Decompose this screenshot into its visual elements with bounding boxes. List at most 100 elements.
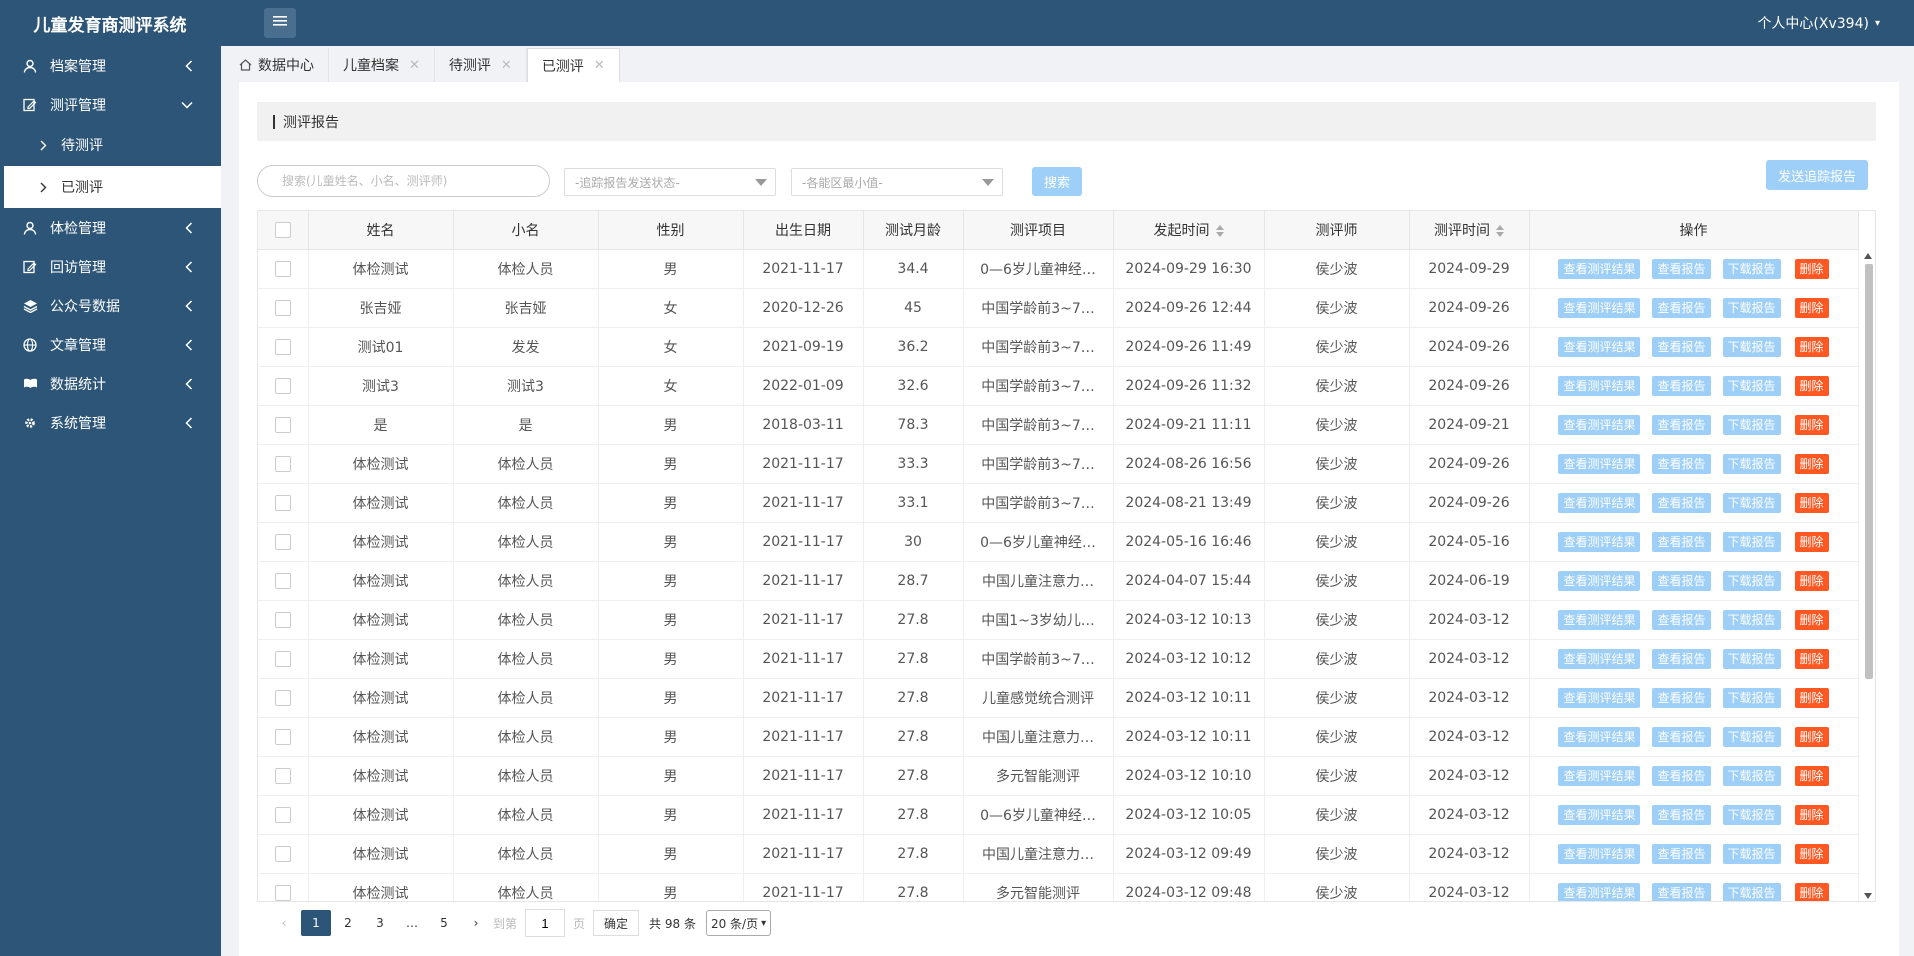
delete-button[interactable]: 删除 (1794, 258, 1829, 279)
search-button[interactable]: 搜索 (1032, 167, 1082, 196)
table-row[interactable]: 体检测试 体检人员男 2021-11-17 28.7 中国儿童注意力… 2024-04-0… (258, 561, 1859, 601)
next-page-button[interactable]: › (461, 910, 491, 936)
table-row[interactable]: 体检测试 体检人员男 2021-11-17 33.3 中国学龄前3~7… 2024-08-… (258, 444, 1859, 484)
table-row[interactable]: 体检测试 体检人员男 2021-11-17 27.8 0—6岁儿童神经… 2024-03-… (258, 795, 1859, 835)
column-header-sortable[interactable]: 测评时间 (1409, 211, 1530, 250)
select-all-checkbox[interactable] (274, 221, 291, 238)
view-result-button[interactable]: 查看测评结果 (1558, 414, 1641, 435)
download-report-button[interactable]: 下载报告 (1722, 570, 1781, 591)
download-report-button[interactable]: 下载报告 (1722, 804, 1781, 825)
report-status-select[interactable]: -追踪报告发送状态- (564, 168, 776, 196)
view-report-button[interactable]: 查看报告 (1652, 882, 1711, 901)
row-checkbox[interactable] (274, 299, 291, 316)
view-result-button[interactable]: 查看测评结果 (1558, 453, 1641, 474)
view-result-button[interactable]: 查看测评结果 (1558, 531, 1641, 552)
download-report-button[interactable]: 下载报告 (1722, 375, 1781, 396)
view-report-button[interactable]: 查看报告 (1652, 336, 1711, 357)
delete-button[interactable]: 删除 (1794, 453, 1829, 474)
delete-button[interactable]: 删除 (1794, 492, 1829, 513)
delete-button[interactable]: 删除 (1794, 843, 1829, 864)
view-report-button[interactable]: 查看报告 (1652, 297, 1711, 318)
row-checkbox[interactable] (274, 650, 291, 667)
download-report-button[interactable]: 下载报告 (1722, 531, 1781, 552)
view-report-button[interactable]: 查看报告 (1652, 531, 1711, 552)
download-report-button[interactable]: 下载报告 (1722, 336, 1781, 357)
view-report-button[interactable]: 查看报告 (1652, 804, 1711, 825)
view-report-button[interactable]: 查看报告 (1652, 375, 1711, 396)
sidebar-item-statistics[interactable]: 数据统计 (0, 364, 221, 403)
row-checkbox[interactable] (274, 767, 291, 784)
view-result-button[interactable]: 查看测评结果 (1558, 336, 1641, 357)
download-report-button[interactable]: 下载报告 (1722, 726, 1781, 747)
close-icon[interactable]: ✕ (594, 58, 605, 73)
row-checkbox[interactable] (274, 728, 291, 745)
table-row[interactable]: 体检测试 体检人员男 2021-11-17 27.8 中国学龄前3~7… 2024-03-… (258, 639, 1859, 679)
page-button[interactable]: 5 (429, 910, 459, 936)
table-row[interactable]: 是是男 2018-03-11 78.3 中国学龄前3~7… 2024-09-21 11:… (258, 405, 1859, 445)
goto-confirm-button[interactable]: 确定 (593, 910, 640, 936)
column-header-sortable[interactable]: 发起时间 (1113, 211, 1265, 250)
prev-page-button[interactable]: ‹ (269, 910, 299, 936)
send-tracking-report-button[interactable]: 发送追踪报告 (1766, 160, 1868, 190)
delete-button[interactable]: 删除 (1794, 570, 1829, 591)
delete-button[interactable]: 删除 (1794, 531, 1829, 552)
sidebar-item-articles[interactable]: 文章管理 (0, 325, 221, 364)
row-checkbox[interactable] (274, 806, 291, 823)
row-checkbox[interactable] (274, 338, 291, 355)
table-row[interactable]: 体检测试 体检人员男 2021-11-17 27.8 中国儿童注意力… 2024-03-1… (258, 717, 1859, 757)
row-checkbox[interactable] (274, 533, 291, 550)
view-result-button[interactable]: 查看测评结果 (1558, 882, 1641, 901)
row-checkbox[interactable] (274, 845, 291, 862)
view-result-button[interactable]: 查看测评结果 (1558, 804, 1641, 825)
sidebar-subitem-pending[interactable]: 待测评 (0, 124, 221, 166)
view-report-button[interactable]: 查看报告 (1652, 414, 1711, 435)
sidebar-item-followup[interactable]: 回访管理 (0, 247, 221, 286)
table-row[interactable]: 体检测试 体检人员男 2021-11-17 34.4 0—6岁儿童神经… 2024-09-… (258, 249, 1859, 289)
delete-button[interactable]: 删除 (1794, 336, 1829, 357)
scrollbar-thumb[interactable] (1865, 264, 1873, 679)
row-checkbox[interactable] (274, 494, 291, 511)
download-report-button[interactable]: 下载报告 (1722, 258, 1781, 279)
goto-page-input[interactable] (525, 909, 566, 937)
table-row[interactable]: 体检测试 体检人员男 2021-11-17 27.8 多元智能测评 2024-03-12 … (258, 873, 1859, 901)
delete-button[interactable]: 删除 (1794, 882, 1829, 901)
view-report-button[interactable]: 查看报告 (1652, 453, 1711, 474)
view-result-button[interactable]: 查看测评结果 (1558, 843, 1641, 864)
table-row[interactable]: 张吉娅 张吉娅女 2020-12-26 45 中国学龄前3~7… 2024-09-26 1… (258, 288, 1859, 328)
delete-button[interactable]: 删除 (1794, 726, 1829, 747)
row-checkbox[interactable] (274, 377, 291, 394)
delete-button[interactable]: 删除 (1794, 297, 1829, 318)
delete-button[interactable]: 删除 (1794, 375, 1829, 396)
tab-data-center[interactable]: 数据中心 (225, 48, 329, 82)
download-report-button[interactable]: 下载报告 (1722, 414, 1781, 435)
view-result-button[interactable]: 查看测评结果 (1558, 687, 1641, 708)
close-icon[interactable]: ✕ (409, 58, 420, 73)
download-report-button[interactable]: 下载报告 (1722, 687, 1781, 708)
row-checkbox[interactable] (274, 689, 291, 706)
scroll-down-icon[interactable] (1864, 893, 1872, 899)
view-result-button[interactable]: 查看测评结果 (1558, 492, 1641, 513)
table-row[interactable]: 测试3 测试3 女 2022-01-09 32.6 中国学龄前3~7… 2024-09-26… (258, 366, 1859, 406)
row-checkbox[interactable] (274, 572, 291, 589)
close-icon[interactable]: ✕ (501, 58, 512, 73)
view-result-button[interactable]: 查看测评结果 (1558, 258, 1641, 279)
download-report-button[interactable]: 下载报告 (1722, 297, 1781, 318)
row-checkbox[interactable] (274, 260, 291, 277)
row-checkbox[interactable] (274, 416, 291, 433)
view-result-button[interactable]: 查看测评结果 (1558, 570, 1641, 591)
view-result-button[interactable]: 查看测评结果 (1558, 765, 1641, 786)
view-report-button[interactable]: 查看报告 (1652, 687, 1711, 708)
row-checkbox[interactable] (274, 455, 291, 472)
download-report-button[interactable]: 下载报告 (1722, 492, 1781, 513)
table-row[interactable]: 体检测试 体检人员男 2021-11-17 27.8 中国1~3岁幼儿… 2024-03-… (258, 600, 1859, 640)
table-scrollbar[interactable] (1861, 249, 1875, 901)
search-input[interactable] (257, 165, 550, 197)
sidebar-subitem-completed[interactable]: 已测评 (0, 166, 221, 208)
download-report-button[interactable]: 下载报告 (1722, 609, 1781, 630)
table-row[interactable]: 测试01 发发女 2021-09-19 36.2 中国学龄前3~7… 2024-09-26… (258, 327, 1859, 367)
sidebar-item-official-account[interactable]: 公众号数据 (0, 286, 221, 325)
min-area-select[interactable]: -各能区最小值- (791, 168, 1003, 196)
table-row[interactable]: 体检测试 体检人员男 2021-11-17 30 0—6岁儿童神经… 2024-05-16… (258, 522, 1859, 562)
download-report-button[interactable]: 下载报告 (1722, 453, 1781, 474)
view-report-button[interactable]: 查看报告 (1652, 726, 1711, 747)
